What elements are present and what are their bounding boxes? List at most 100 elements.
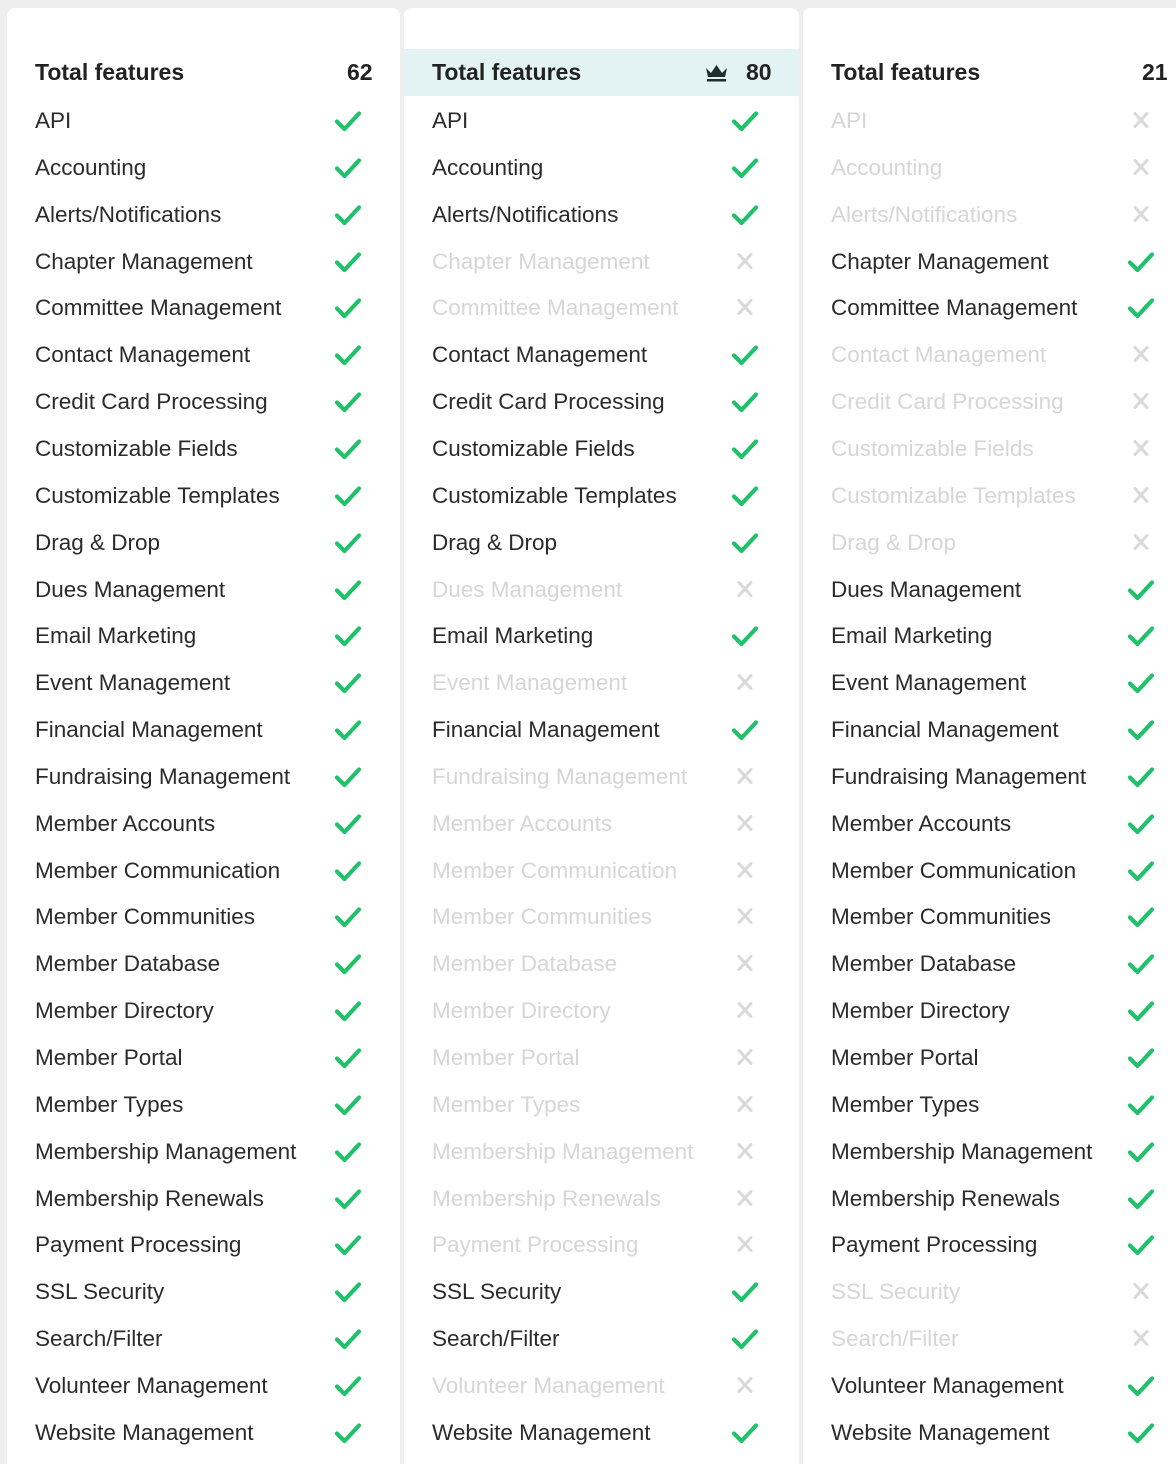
feature-name: Website Management xyxy=(831,1419,1050,1445)
feature-row: Website Management xyxy=(7,1409,400,1456)
feature-name: Member Directory xyxy=(35,998,214,1024)
feature-row: Member Communities xyxy=(803,893,1176,940)
cross-icon xyxy=(731,1046,759,1070)
check-icon xyxy=(334,718,362,742)
check-icon xyxy=(1127,1046,1155,1070)
check-icon xyxy=(334,1233,362,1257)
feature-row: Member Communication xyxy=(7,847,400,894)
check-icon xyxy=(334,1046,362,1070)
feature-row: Customizable Fields xyxy=(7,425,400,472)
crown-icon xyxy=(706,65,727,82)
feature-name: Member Communication xyxy=(432,857,678,883)
feature-name: Member Accounts xyxy=(831,810,1012,836)
feature-name: SSL Security xyxy=(35,1279,165,1305)
cross-icon xyxy=(731,952,759,976)
feature-name: Member Types xyxy=(35,1091,184,1117)
check-icon xyxy=(1127,765,1155,789)
check-icon xyxy=(334,437,362,461)
feature-row: API xyxy=(803,97,1176,144)
check-icon xyxy=(1127,718,1155,742)
feature-row: Dues Management xyxy=(803,566,1176,613)
check-icon xyxy=(1127,1374,1155,1398)
feature-row: Member Communication xyxy=(803,847,1176,894)
feature-name: Customizable Fields xyxy=(35,435,238,461)
feature-row: Member Types xyxy=(404,1081,799,1128)
check-icon xyxy=(334,296,362,320)
feature-row: Email Marketing xyxy=(7,612,400,659)
feature-row: Volunteer Management xyxy=(404,1362,799,1409)
feature-name: Alerts/Notifications xyxy=(831,201,1018,227)
feature-name: Website Management xyxy=(432,1419,651,1445)
feature-row: Financial Management xyxy=(7,706,400,753)
check-icon xyxy=(731,484,759,508)
check-icon xyxy=(1127,812,1155,836)
feature-row: Credit Card Processing xyxy=(404,378,799,425)
feature-name: Member Accounts xyxy=(35,810,216,836)
feature-row: Customizable Fields xyxy=(404,425,799,472)
feature-name: Membership Renewals xyxy=(35,1185,264,1211)
total-features-header: Total features 21 xyxy=(803,49,1176,96)
feature-row: Event Management xyxy=(404,659,799,706)
check-icon xyxy=(1127,1140,1155,1164)
feature-name: Event Management xyxy=(432,670,628,696)
feature-name: Member Communities xyxy=(432,904,653,930)
check-icon xyxy=(334,203,362,227)
feature-row: Drag & Drop xyxy=(404,519,799,566)
total-features-count: 62 xyxy=(347,59,373,85)
check-icon xyxy=(334,531,362,555)
check-icon xyxy=(1127,1421,1155,1445)
check-icon xyxy=(334,765,362,789)
feature-name: Customizable Templates xyxy=(432,482,677,508)
check-icon xyxy=(334,624,362,648)
cross-icon xyxy=(731,859,759,883)
feature-row: Event Management xyxy=(803,659,1176,706)
feature-name: Email Marketing xyxy=(831,623,993,649)
cross-icon xyxy=(1127,1327,1155,1351)
check-icon xyxy=(731,437,759,461)
feature-row: SSL Security xyxy=(404,1268,799,1315)
check-icon xyxy=(731,1421,759,1445)
feature-name: Chapter Management xyxy=(35,248,253,274)
feature-name: Drag & Drop xyxy=(35,529,161,555)
feature-name: Member Database xyxy=(831,951,1017,977)
feature-name: Accounting xyxy=(831,154,943,180)
feature-name: Alerts/Notifications xyxy=(35,201,222,227)
feature-name: Membership Renewals xyxy=(831,1185,1060,1211)
check-icon xyxy=(731,1327,759,1351)
feature-row: Customizable Templates xyxy=(803,472,1176,519)
feature-row: Member Database xyxy=(404,940,799,987)
feature-name: Credit Card Processing xyxy=(432,389,665,415)
cross-icon xyxy=(731,250,759,274)
feature-name: API xyxy=(35,108,72,133)
feature-row: Fundraising Management xyxy=(404,753,799,800)
feature-row: Chapter Management xyxy=(404,238,799,285)
feature-row: Member Directory xyxy=(803,987,1176,1034)
check-icon xyxy=(731,718,759,742)
check-icon xyxy=(731,203,759,227)
feature-name: Search/Filter xyxy=(432,1326,560,1352)
check-icon xyxy=(1127,905,1155,929)
feature-name: Drag & Drop xyxy=(432,529,558,555)
feature-name: Member Communities xyxy=(831,904,1052,930)
feature-name: Email Marketing xyxy=(35,623,197,649)
feature-name: API xyxy=(432,108,469,133)
feature-name: Volunteer Management xyxy=(432,1372,665,1398)
feature-name: Membership Management xyxy=(35,1138,297,1164)
feature-row: Customizable Fields xyxy=(803,425,1176,472)
feature-name: Accounting xyxy=(432,154,544,180)
feature-name: Search/Filter xyxy=(831,1326,959,1352)
product-column-3: Total features 21 API Accounting Alerts/No… xyxy=(803,8,1176,1464)
feature-row: Accounting xyxy=(404,144,799,191)
cross-icon xyxy=(731,765,759,789)
feature-name: Payment Processing xyxy=(35,1232,242,1258)
feature-name: Financial Management xyxy=(831,717,1059,743)
cross-icon xyxy=(1127,156,1155,180)
check-icon xyxy=(334,578,362,602)
feature-row: SSL Security xyxy=(803,1268,1176,1315)
check-icon xyxy=(334,109,362,133)
feature-row: Financial Management xyxy=(404,706,799,753)
feature-row: Dues Management xyxy=(7,566,400,613)
feature-row: Customizable Templates xyxy=(404,472,799,519)
cross-icon xyxy=(1127,437,1155,461)
feature-name: Customizable Fields xyxy=(831,435,1034,461)
